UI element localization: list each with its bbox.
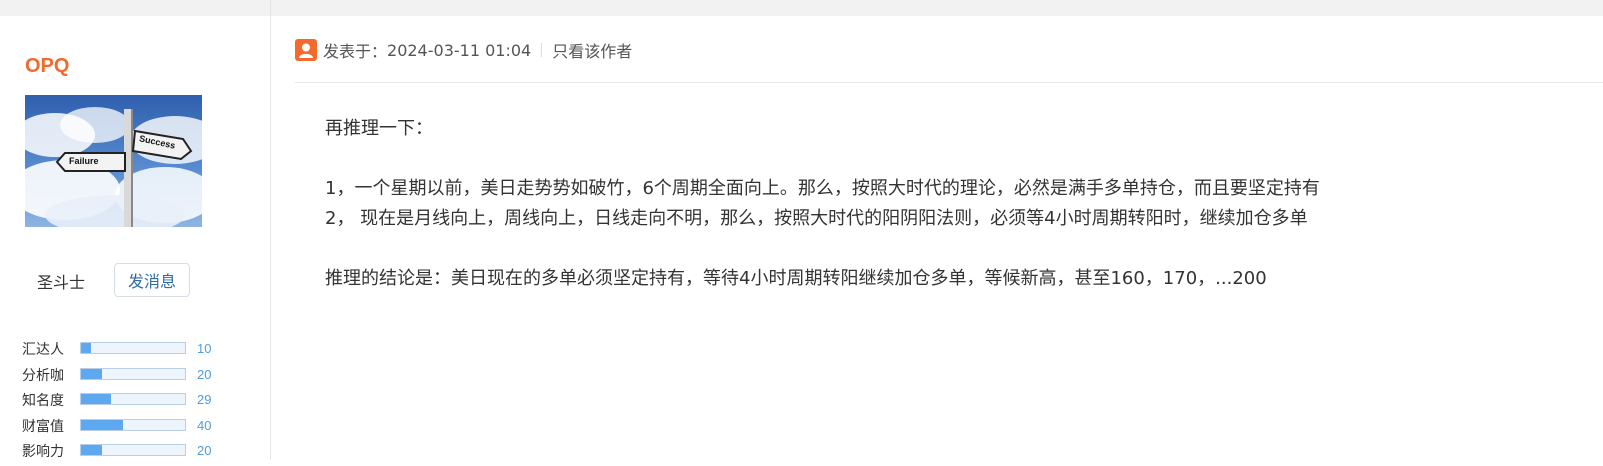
stat-bar <box>80 342 186 354</box>
posted-label: 发表于： <box>323 42 388 61</box>
post-header: 发表于： 2024-03-11 01:04 只看该作者 <box>295 36 632 64</box>
content-line: 再推理一下： <box>325 118 433 139</box>
failure-sign: Failure <box>69 156 99 166</box>
send-message-button[interactable]: 发消息 <box>114 263 190 297</box>
stat-fill <box>81 343 92 353</box>
user-rank: 圣斗士 <box>37 273 86 292</box>
stat-bar <box>80 393 186 405</box>
top-strip <box>0 0 1603 16</box>
stat-value: 20 <box>197 443 212 458</box>
user-icon <box>295 39 317 61</box>
stat-bar <box>80 444 186 456</box>
content-line: 推理的结论是：美日现在的多单必须坚定持有，等待4小时周期转阳继续加仓多单，等候新… <box>325 268 1267 289</box>
stat-label: 分析咖 <box>22 367 64 384</box>
stat-fill <box>81 394 112 404</box>
stat-fill <box>81 445 102 455</box>
post-timestamp: 2024-03-11 01:04 <box>387 40 532 60</box>
top-strip-divider <box>270 0 271 16</box>
post-main: 发表于： 2024-03-11 01:04 只看该作者 再推理一下： 1，一个星… <box>271 16 1603 460</box>
stat-bar <box>80 418 186 431</box>
author-name[interactable]: OPQ <box>25 55 69 78</box>
content-line: 1，一个星期以前，美日走势势如破竹，6个周期全面向上。那么，按照大时代的理论，必… <box>325 178 1320 199</box>
stat-label: 财富值 <box>22 418 64 435</box>
content-line <box>325 234 1320 264</box>
stat-value: 20 <box>197 366 212 382</box>
stat-label: 汇达人 <box>22 342 64 358</box>
content-line: 2， 现在是月线向上，周线向上，日线走向不明，那么，按照大时代的阳阴阳法则，必须… <box>325 208 1308 229</box>
stat-value: 29 <box>197 392 212 407</box>
avatar[interactable]: Failure Success <box>25 95 202 227</box>
stat-label: 影响力 <box>22 444 64 460</box>
stat-bar <box>80 367 186 380</box>
author-sidebar: OPQ Failure Success 圣斗士 发消息 汇达人 10 分析咖 2… <box>0 16 271 460</box>
stat-fill <box>81 419 123 430</box>
stat-value: 10 <box>197 341 212 356</box>
header-divider-line <box>295 82 1603 83</box>
post-content: 再推理一下： 1，一个星期以前，美日走势势如破竹，6个周期全面向上。那么，按照大… <box>325 114 1320 294</box>
header-divider <box>541 43 543 57</box>
only-author-link[interactable]: 只看该作者 <box>552 38 632 62</box>
stat-fill <box>81 368 102 379</box>
content-line <box>325 144 1320 174</box>
stat-value: 40 <box>197 417 212 433</box>
stat-label: 知名度 <box>22 393 64 409</box>
